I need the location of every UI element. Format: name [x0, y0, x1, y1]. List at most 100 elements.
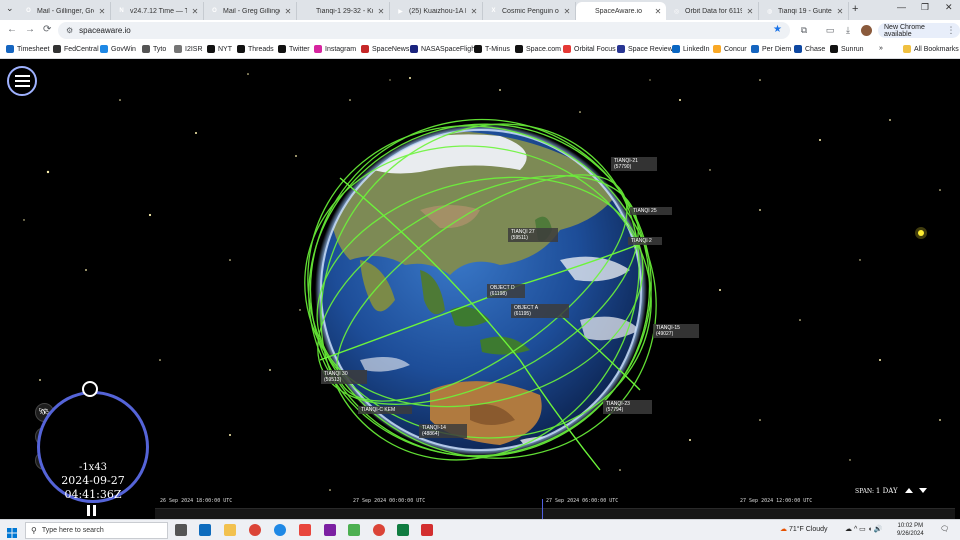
download-icon[interactable]: ⤓: [843, 25, 853, 35]
bookmark-item[interactable]: I2ISR: [174, 45, 203, 53]
bookmark-item[interactable]: NASASpaceFlight: [410, 45, 477, 53]
tab-mail-2[interactable]: O Mail - Greg Gillinger ✕: [204, 2, 297, 20]
tab-title: Tianqi-1 29-32 - Kua: [316, 7, 373, 15]
close-icon[interactable]: ✕: [563, 7, 571, 16]
search-icon: ⚲: [31, 526, 37, 535]
satellite-label[interactable]: TIANQI-15 (49027): [653, 324, 699, 338]
bookmarks-bar: Timesheet FedCentral GovWin Tyto I2ISR N…: [0, 41, 960, 59]
timeline-cursor[interactable]: [542, 499, 543, 521]
close-icon[interactable]: ✕: [654, 7, 662, 16]
bookmark-item[interactable]: LinkedIn: [672, 45, 709, 53]
site-info-icon[interactable]: ⚙: [66, 26, 73, 35]
new-tab-button[interactable]: +: [852, 3, 858, 15]
youtube-icon: ▶: [398, 8, 403, 15]
close-icon[interactable]: ✕: [284, 7, 292, 16]
satellite-label[interactable]: OBJECT A (61195): [511, 304, 569, 318]
bookmark-item[interactable]: FedCentral: [53, 45, 99, 53]
tab-gunter[interactable]: ◍ Tianqi 19 - Gunter's S ✕: [759, 2, 849, 20]
close-icon[interactable]: ✕: [377, 7, 385, 16]
close-icon[interactable]: ✕: [191, 7, 199, 16]
satellite-label[interactable]: TIANQI 30 (59513): [321, 370, 367, 384]
satellite-label[interactable]: TIANQI-14 (48864): [419, 424, 467, 438]
slack-app-icon[interactable]: [299, 524, 311, 536]
zoom-out-arrow-icon[interactable]: [919, 488, 927, 493]
tab-x[interactable]: X Cosmic Penguin on X ✕: [483, 2, 576, 20]
bookmark-item[interactable]: Concur: [713, 45, 747, 53]
bookmark-item[interactable]: SpaceNews: [361, 45, 409, 53]
bookmark-item[interactable]: Tyto: [142, 45, 166, 53]
satellite-label[interactable]: TIANQI-23 (57794): [603, 400, 652, 414]
task-view-icon[interactable]: [175, 524, 187, 536]
satellite-label[interactable]: TIANQI 27 (59511): [508, 228, 558, 242]
back-button[interactable]: ←: [7, 24, 17, 35]
satellite-label[interactable]: TIANQI 25: [630, 207, 672, 215]
timeline[interactable]: 26 Sep 2024 18:00:00 UTC 27 Sep 2024 00:…: [155, 496, 955, 521]
reload-button[interactable]: ⟳: [43, 24, 51, 35]
close-icon[interactable]: ✕: [836, 7, 844, 16]
bookmark-item[interactable]: Chase: [794, 45, 825, 53]
bookmark-item[interactable]: Instagram: [314, 45, 356, 53]
tab-youtube[interactable]: ▶ (25) Kuaizhou-1A lau ✕: [390, 2, 483, 20]
satellite-label[interactable]: OBJECT D (61198): [487, 284, 525, 298]
bookmark-icon: [563, 45, 571, 53]
file-explorer-icon[interactable]: [224, 524, 236, 536]
more-bookmarks-icon[interactable]: »: [879, 45, 883, 52]
maximize-button[interactable]: ❐: [921, 2, 929, 13]
bookmark-item[interactable]: T-Minus: [474, 45, 510, 53]
notification-icon[interactable]: 🗨: [940, 525, 949, 533]
excel-app-icon[interactable]: [397, 524, 409, 536]
pause-button[interactable]: [87, 505, 97, 516]
acrobat-app-icon[interactable]: [421, 524, 433, 536]
chrome-profile-icon[interactable]: [373, 524, 385, 536]
profile-avatar[interactable]: [861, 25, 872, 36]
zoom-in-arrow-icon[interactable]: [905, 488, 913, 493]
bookmark-item[interactable]: Timesheet: [6, 45, 49, 53]
taskbar-search[interactable]: ⚲ Type here to search: [25, 522, 168, 539]
bookmark-item[interactable]: Orbital Focus: [563, 45, 616, 53]
system-tray-icons[interactable]: ☁ ^ ▭ ◖ 🔊: [845, 525, 883, 533]
forward-button[interactable]: →: [25, 24, 35, 35]
edge-app-icon[interactable]: [274, 524, 286, 536]
bookmark-item[interactable]: Sunrun: [830, 45, 864, 53]
bookmark-star-icon[interactable]: ★: [773, 24, 782, 35]
time-rate: -1x43: [78, 462, 108, 473]
menu-kebab-icon[interactable]: ⋮: [946, 25, 956, 35]
hamburger-menu-button[interactable]: [7, 66, 37, 96]
bookmark-item[interactable]: Space Review: [617, 45, 673, 53]
bookmark-item[interactable]: GovWin: [100, 45, 136, 53]
app-icon[interactable]: [324, 524, 336, 536]
calculator-icon[interactable]: [348, 524, 360, 536]
system-clock[interactable]: 10:02 PM 9/26/2024: [897, 522, 924, 538]
extensions-icon[interactable]: ⧉: [799, 25, 809, 35]
close-window-button[interactable]: ✕: [945, 2, 953, 13]
bookmark-item[interactable]: Threads: [237, 45, 274, 53]
close-icon[interactable]: ✕: [470, 7, 478, 16]
tab-tianqi-kua[interactable]: Tianqi-1 29-32 - Kua ✕: [297, 2, 390, 20]
cast-icon[interactable]: ▭: [825, 25, 835, 35]
satellite-label[interactable]: TIANQI-C KEM: [358, 406, 412, 414]
satellite-label[interactable]: TIANQI 2: [628, 237, 662, 245]
outlook-app-icon[interactable]: [199, 524, 211, 536]
timeline-span: SPAN: 1 DAY: [855, 487, 898, 495]
bookmark-icon: [53, 45, 61, 53]
close-icon[interactable]: ✕: [746, 7, 754, 16]
windows-start-icon[interactable]: [7, 525, 17, 538]
all-bookmarks[interactable]: All Bookmarks: [903, 45, 959, 53]
bookmark-item[interactable]: Space.com: [515, 45, 561, 53]
tab-search-icon[interactable]: ⌄: [6, 3, 14, 14]
bookmark-item[interactable]: Per Diem: [751, 45, 791, 53]
tab-time[interactable]: N v24.7.12 Time — Tim ✕: [111, 2, 204, 20]
minimize-button[interactable]: —: [897, 2, 906, 12]
bookmark-item[interactable]: Twitter: [278, 45, 310, 53]
bookmark-item[interactable]: NYT: [207, 45, 232, 53]
chrome-app-icon[interactable]: [249, 524, 261, 536]
tab-spaceaware[interactable]: ◍ SpaceAware.io ✕: [576, 2, 666, 20]
close-icon[interactable]: ✕: [98, 7, 106, 16]
time-dial-knob[interactable]: [82, 381, 98, 397]
menu-bar: [15, 80, 30, 82]
tab-orbit-data[interactable]: ◎ Orbit Data for 61195 ✕: [666, 2, 759, 20]
weather-widget[interactable]: ☁ 71°F Cloudy: [780, 525, 828, 533]
satellite-label[interactable]: TIANQI-21 (57790): [611, 157, 657, 171]
tab-mail-1[interactable]: O Mail - Gillinger, Greg ✕: [18, 2, 111, 20]
address-bar[interactable]: ⚙ spaceaware.io ★: [58, 22, 790, 39]
